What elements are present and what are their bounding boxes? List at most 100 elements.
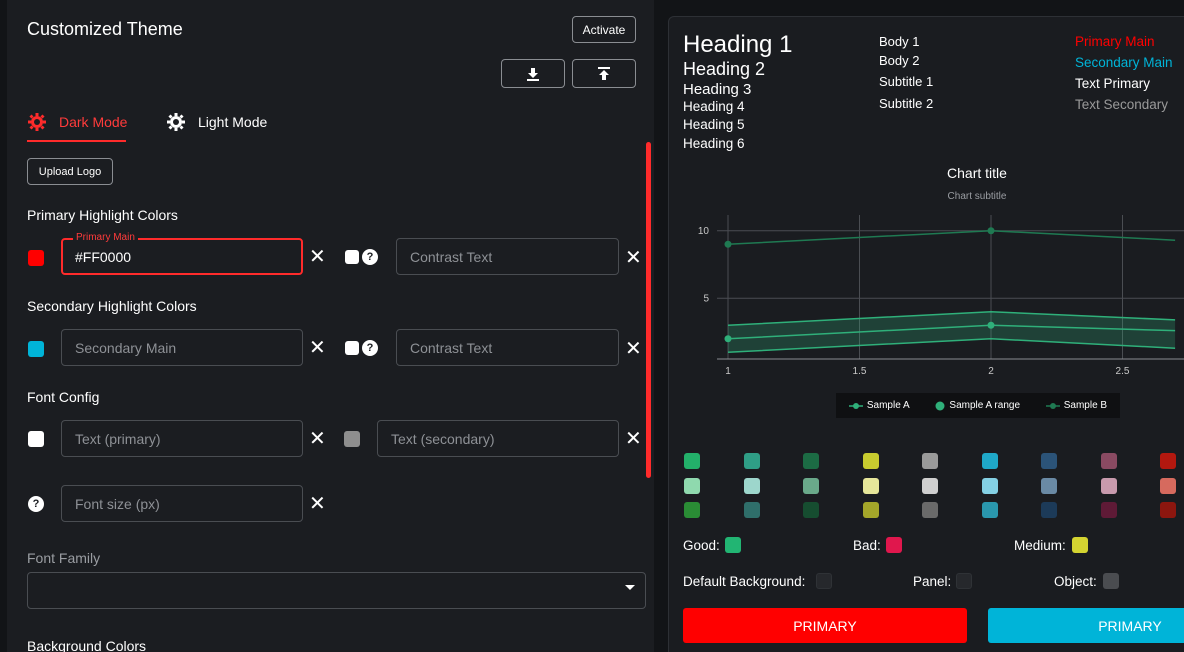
clear-secondary-main-icon[interactable]: ✕: [309, 338, 326, 358]
upload-logo-button[interactable]: Upload Logo: [27, 158, 113, 185]
tab-dark-mode[interactable]: Dark Mode: [27, 112, 127, 132]
medium-label: Medium:: [1014, 538, 1066, 553]
palette-swatch[interactable]: [1100, 453, 1117, 469]
text-secondary-swatch[interactable]: [344, 431, 360, 447]
good-swatch: [725, 537, 741, 553]
legend-sample-a[interactable]: Sample A: [848, 400, 910, 411]
clear-text-primary-icon[interactable]: ✕: [309, 429, 326, 449]
palette-swatch[interactable]: [743, 502, 760, 518]
palette-swatch[interactable]: [1100, 477, 1117, 494]
palette-swatch[interactable]: [922, 477, 938, 494]
medium-swatch: [1072, 537, 1088, 553]
chart-legend: Sample A Sample A range Sample B: [836, 393, 1120, 418]
heading-5: Heading 5: [683, 117, 745, 132]
chevron-down-icon: [625, 585, 635, 590]
object-swatch: [1103, 573, 1119, 589]
primary-contrast-field[interactable]: Contrast Text: [396, 238, 619, 275]
tab-light-mode[interactable]: Light Mode: [166, 112, 267, 132]
secondary-contrast-placeholder: Contrast Text: [410, 339, 493, 356]
secondary-contrast-swatch[interactable]: [345, 341, 359, 355]
palette-swatch[interactable]: [1160, 477, 1176, 494]
light-mode-icon: [167, 113, 185, 131]
active-tab-indicator: [27, 140, 126, 142]
upload-button[interactable]: [572, 59, 636, 88]
activate-button[interactable]: Activate: [572, 16, 636, 43]
text-primary-field[interactable]: Text (primary): [61, 420, 303, 457]
clear-font-size-icon[interactable]: ✕: [309, 494, 326, 514]
palette-swatch[interactable]: [981, 477, 998, 494]
primary-sample-button[interactable]: PRIMARY: [683, 608, 967, 643]
object-label: Object:: [1054, 574, 1097, 589]
heading-1: Heading 1: [683, 31, 793, 58]
secondary-colors-heading: Secondary Highlight Colors: [27, 298, 197, 314]
font-config-heading: Font Config: [27, 389, 100, 405]
legend-sample-b-label: Sample B: [1063, 400, 1108, 411]
text-secondary-field[interactable]: Text (secondary): [377, 420, 619, 457]
legend-sample-b[interactable]: Sample B: [1045, 400, 1108, 411]
sample-a-point: [724, 335, 732, 343]
palette-swatch[interactable]: [1041, 477, 1057, 494]
palette-swatch[interactable]: [922, 453, 938, 469]
palette-swatch[interactable]: [684, 502, 700, 518]
bad-swatch: [886, 537, 902, 553]
help-icon[interactable]: ?: [362, 340, 378, 356]
palette-swatch[interactable]: [743, 453, 760, 469]
palette-swatch[interactable]: [684, 453, 700, 469]
palette-swatch[interactable]: [1041, 502, 1057, 518]
subtitle-2-text: Subtitle 2: [879, 96, 934, 111]
text-primary-swatch[interactable]: [28, 431, 44, 447]
chart-plot: 1 1.5 2 2.5 10 5: [698, 215, 1184, 377]
secondary-contrast-field[interactable]: Contrast Text: [396, 329, 619, 366]
text-primary-sample: Text Primary: [1075, 76, 1151, 91]
palette-swatch[interactable]: [1100, 502, 1117, 518]
legend-sample-a-label: Sample A: [866, 400, 910, 411]
background-colors-heading: Background Colors: [27, 638, 147, 652]
palette-swatch[interactable]: [862, 502, 879, 518]
font-family-label: Font Family: [27, 550, 101, 566]
palette-swatch[interactable]: [922, 502, 938, 518]
scrollbar[interactable]: [646, 142, 651, 478]
default-background-label: Default Background:: [683, 574, 806, 589]
x-tick-label: 1.5: [853, 366, 867, 377]
clear-secondary-contrast-icon[interactable]: ✕: [625, 339, 642, 359]
font-size-field[interactable]: Font size (px): [61, 485, 303, 522]
clear-primary-contrast-icon[interactable]: ✕: [625, 248, 642, 268]
palette-swatch[interactable]: [1160, 502, 1176, 518]
upload-icon: [598, 66, 610, 80]
clear-text-secondary-icon[interactable]: ✕: [625, 429, 642, 449]
font-family-select[interactable]: [27, 572, 646, 609]
heading-6: Heading 6: [683, 136, 745, 151]
help-icon[interactable]: ?: [362, 249, 378, 265]
palette-swatch[interactable]: [981, 453, 998, 469]
primary-main-value: #FF0000: [75, 248, 132, 265]
palette-swatch[interactable]: [1041, 453, 1057, 469]
download-button[interactable]: [501, 59, 565, 88]
palette-swatch[interactable]: [684, 477, 700, 494]
secondary-swatch[interactable]: [28, 341, 44, 357]
body-1-text: Body 1: [879, 34, 920, 49]
palette-swatch[interactable]: [803, 453, 819, 469]
panel-label: Panel:: [913, 574, 952, 589]
primary-contrast-swatch[interactable]: [345, 250, 359, 264]
legend-sample-a-range[interactable]: Sample A range: [935, 400, 1020, 411]
palette-swatch[interactable]: [743, 477, 760, 494]
clear-primary-main-icon[interactable]: ✕: [309, 247, 326, 267]
secondary-sample-button[interactable]: PRIMARY: [988, 608, 1184, 643]
primary-main-field[interactable]: Primary Main #FF0000: [61, 232, 303, 275]
palette-swatch[interactable]: [862, 477, 879, 494]
panel-swatch: [956, 573, 972, 589]
palette-swatch[interactable]: [862, 453, 879, 469]
text-secondary-placeholder: Text (secondary): [391, 430, 495, 447]
primary-swatch[interactable]: [28, 250, 44, 266]
default-background-swatch: [816, 573, 832, 589]
font-size-help-icon[interactable]: ?: [28, 496, 44, 512]
palette-swatch[interactable]: [981, 502, 998, 518]
palette-swatch[interactable]: [803, 502, 819, 518]
palette-swatch[interactable]: [1160, 453, 1176, 469]
font-size-placeholder: Font size (px): [75, 495, 160, 512]
palette-swatch[interactable]: [803, 477, 819, 494]
good-label: Good:: [683, 538, 720, 553]
sample-b-line: [727, 229, 1176, 245]
secondary-main-field[interactable]: Secondary Main: [61, 329, 303, 366]
tab-dark-mode-label: Dark Mode: [59, 114, 128, 130]
